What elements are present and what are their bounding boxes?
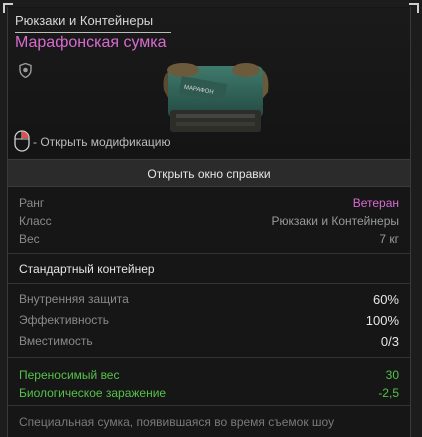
shield-icon <box>19 63 32 78</box>
stats-section: Внутренняя защита 60% Эффективность 100%… <box>8 289 410 352</box>
divider <box>8 283 410 284</box>
modification-hint: - Открыть модификацию <box>33 135 171 149</box>
item-category: Рюкзаки и Контейнеры <box>15 13 171 33</box>
stat-label: Внутренняя защита <box>19 292 129 306</box>
container-type: Стандартный контейнер <box>19 262 155 276</box>
info-value: Ветеран <box>352 196 399 210</box>
item-description: Специальная сумка, появившаяся во время … <box>19 415 335 429</box>
bonus-row-carry-weight: Переносимый вес 30 <box>8 366 410 384</box>
divider <box>8 253 410 254</box>
panel-corner <box>3 3 13 13</box>
info-label: Вес <box>19 232 40 246</box>
mouse-right-click-icon <box>14 130 30 152</box>
panel-corner <box>409 3 419 13</box>
open-help-button[interactable]: Открыть окно справки <box>8 159 410 187</box>
stat-value: 0/3 <box>380 334 399 349</box>
stat-row-protection: Внутренняя защита 60% <box>8 289 410 310</box>
bonus-label: Биологическое заражение <box>19 386 167 400</box>
info-value: 7 кг <box>379 232 399 246</box>
info-label: Ранг <box>19 196 45 210</box>
divider <box>8 405 410 406</box>
bag-icon: МАРАФОН <box>163 63 269 132</box>
info-row-weight: Вес 7 кг <box>8 230 410 248</box>
info-section: Ранг Ветеран Класс Рюкзаки и Контейнеры … <box>8 194 410 248</box>
divider <box>8 357 410 358</box>
item-header: Рюкзаки и Контейнеры Марафонская сумка М… <box>8 8 410 158</box>
bonus-value: 30 <box>385 368 399 382</box>
stat-label: Эффективность <box>19 313 110 327</box>
stat-row-efficiency: Эффективность 100% <box>8 310 410 331</box>
stat-label: Вместимость <box>19 334 93 348</box>
bonus-section: Переносимый вес 30 Биологическое заражен… <box>8 366 410 402</box>
bonus-value: -2,5 <box>378 386 399 400</box>
info-row-rank: Ранг Ветеран <box>8 194 410 212</box>
item-name: Марафонская сумка <box>15 34 167 51</box>
bonus-label: Переносимый вес <box>19 368 120 382</box>
stat-row-capacity: Вместимость 0/3 <box>8 331 410 352</box>
stat-value: 100% <box>365 313 399 328</box>
stat-value: 60% <box>372 292 399 307</box>
info-label: Класс <box>19 214 52 228</box>
bonus-row-bio: Биологическое заражение -2,5 <box>8 384 410 402</box>
info-row-class: Класс Рюкзаки и Контейнеры <box>8 212 410 230</box>
info-value: Рюкзаки и Контейнеры <box>271 214 399 228</box>
